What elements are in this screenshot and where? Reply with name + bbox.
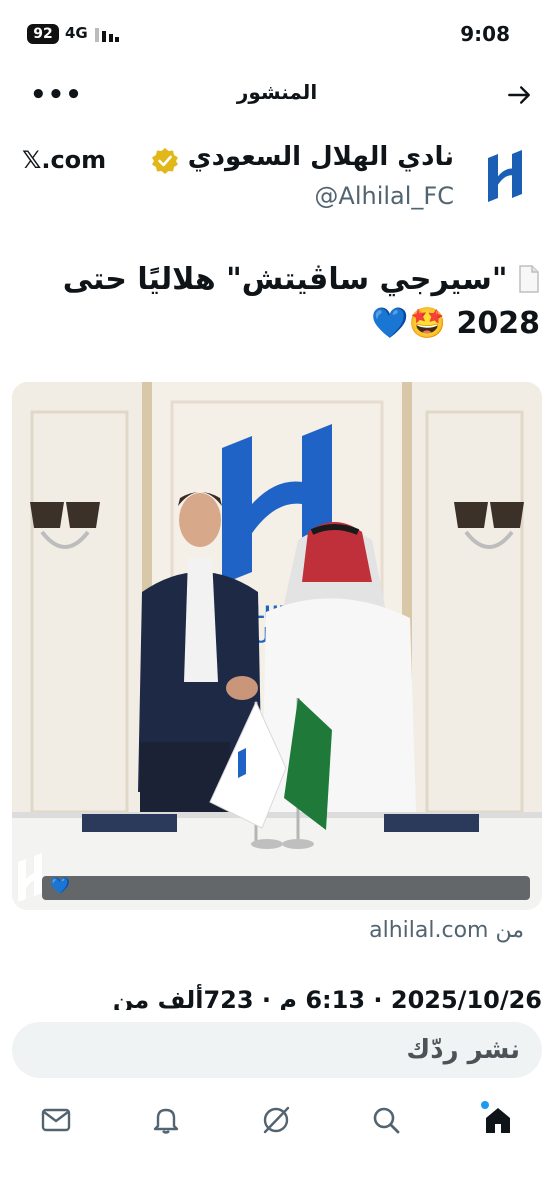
display-name[interactable]: نادي الهلال السعودي: [188, 142, 454, 172]
network-type: 4G: [65, 24, 88, 42]
post-image[interactable]: ALHILAL الهلال 💙: [12, 382, 542, 910]
back-arrow-icon[interactable]: [506, 82, 532, 108]
source-site: 𝕏.com: [22, 146, 107, 174]
document-icon: [519, 265, 539, 293]
search-icon[interactable]: [370, 1104, 402, 1136]
handle[interactable]: @Alhilal_FC: [314, 182, 454, 210]
reply-placeholder: نشر ردّك: [406, 1035, 520, 1065]
home-icon[interactable]: [482, 1104, 514, 1136]
clock: 9:08: [460, 22, 510, 46]
messages-icon[interactable]: [40, 1104, 72, 1136]
alhilal-avatar[interactable]: [472, 144, 538, 210]
signal-icon: [95, 28, 119, 42]
tweet-text: "سيرجي ساڤيتش" هلاليًا حتى 2028 🤩💙: [20, 258, 540, 346]
notification-dot: [481, 1101, 489, 1109]
tweet-text-main: "سيرجي ساڤيتش" هلاليًا حتى 2028: [62, 262, 540, 341]
signing-photo: ALHILAL الهلال: [12, 382, 542, 910]
tweet-emoji: 🤩💙: [371, 306, 447, 341]
bottom-navigation: [0, 1090, 554, 1160]
grok-icon[interactable]: [260, 1104, 292, 1136]
battery-indicator: 92: [27, 24, 59, 44]
overlay-heart-emoji: 💙: [50, 876, 70, 895]
reply-input[interactable]: نشر ردّك: [12, 1022, 542, 1078]
status-bar: 92 4G 9:08: [0, 0, 554, 66]
source-link[interactable]: من alhilal.com: [369, 918, 524, 943]
notifications-icon[interactable]: [150, 1104, 182, 1136]
verified-badge-icon: [152, 148, 178, 174]
page-title: المنشور: [236, 80, 318, 104]
